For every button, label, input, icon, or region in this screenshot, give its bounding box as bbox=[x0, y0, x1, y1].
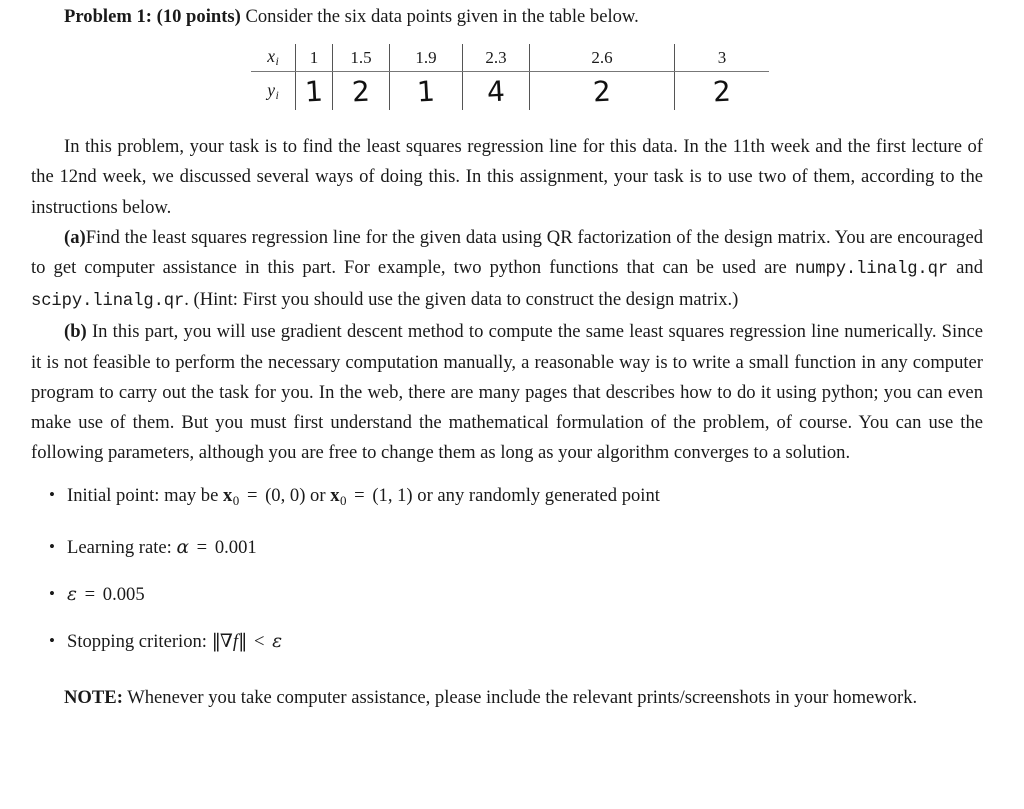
part-a-paragraph: (a)Find the least squares regression lin… bbox=[31, 223, 983, 318]
table-cell-x-3: 2.3 bbox=[462, 44, 530, 72]
x-value-3: 2.3 bbox=[485, 47, 507, 67]
part-a-label: (a) bbox=[64, 226, 86, 248]
bullet-marker-icon: • bbox=[49, 631, 55, 651]
alpha-symbol: α bbox=[176, 537, 190, 559]
table-row-y: yi 1 2 1 4 2 2 bbox=[251, 71, 769, 111]
table-cell-y-2: 1 bbox=[389, 71, 463, 110]
problem-heading-text: Consider the six data points given in th… bbox=[245, 6, 639, 27]
table-row-x: xi 1 1.5 1.9 2.3 2.6 3 bbox=[251, 44, 769, 72]
epsilon-eq: = bbox=[84, 584, 96, 606]
document-page: Problem 1: (10 points) Consider the six … bbox=[0, 0, 1024, 809]
spacer-before-note bbox=[31, 674, 983, 683]
y-value-5: 2 bbox=[712, 74, 732, 108]
table-cell-y-1: 2 bbox=[332, 71, 390, 110]
x-value-0: 1 bbox=[309, 47, 319, 67]
y-value-0: 1 bbox=[304, 74, 324, 108]
problem-heading: Problem 1: (10 points) Consider the six … bbox=[31, 2, 983, 32]
initial-point-or: or bbox=[310, 485, 326, 507]
table-cell-y-5: 2 bbox=[674, 71, 769, 110]
y-value-3: 4 bbox=[486, 74, 506, 108]
part-b-paragraph: (b) In this part, you will use gradient … bbox=[31, 317, 983, 468]
initial-point-var-2-sub: 0 bbox=[340, 493, 347, 509]
intro-paragraph: In this problem, your task is to find th… bbox=[31, 136, 983, 218]
part-a-code-scipy: scipy.linalg.qr bbox=[31, 292, 185, 312]
part-b-text: In this part, you will use gradient desc… bbox=[31, 321, 983, 464]
epsilon-symbol: ε bbox=[67, 584, 77, 606]
row-label-y-sub: i bbox=[275, 90, 279, 103]
row-label-x: xi bbox=[251, 44, 296, 72]
x-value-5: 3 bbox=[717, 47, 727, 67]
note-label: NOTE: bbox=[64, 687, 123, 709]
table-cell-y-0: 1 bbox=[295, 71, 333, 110]
note-text: Whenever you take computer assistance, p… bbox=[127, 687, 918, 709]
initial-point-var-2: x bbox=[330, 485, 340, 507]
learning-rate-label: Learning rate: bbox=[67, 537, 172, 559]
list-item-initial-point: • Initial point: may be x0 = (0, 0) or x… bbox=[31, 481, 983, 516]
table-cell-x-0: 1 bbox=[295, 44, 333, 72]
y-value-2: 1 bbox=[416, 74, 436, 108]
initial-point-var-1: x bbox=[222, 485, 233, 507]
list-item-stopping-criterion: • Stopping criterion: ‖∇f‖ < ε bbox=[31, 627, 983, 657]
initial-point-value-2: (1, 1) bbox=[372, 485, 413, 507]
initial-point-var-1-sub: 0 bbox=[232, 493, 240, 509]
bullet-marker-icon: • bbox=[49, 537, 55, 557]
learning-rate-value: 0.001 bbox=[214, 537, 257, 559]
stopping-epsilon-symbol: ε bbox=[272, 631, 283, 653]
problem-points: (10 points) bbox=[156, 6, 241, 27]
table-cell-x-1: 1.5 bbox=[332, 44, 390, 72]
table-cell-x-2: 1.9 bbox=[389, 44, 463, 72]
stopping-relation: < bbox=[254, 631, 265, 653]
table-cell-x-4: 2.6 bbox=[529, 44, 675, 72]
row-label-y: yi bbox=[251, 72, 296, 111]
initial-point-text-1: may be bbox=[164, 485, 219, 507]
y-value-4: 2 bbox=[592, 74, 612, 108]
y-value-1: 2 bbox=[351, 74, 371, 108]
norm-open-bar: ‖ bbox=[211, 631, 221, 653]
row-label-x-sub: i bbox=[275, 54, 279, 69]
initial-point-value-1: (0, 0) bbox=[265, 485, 306, 507]
part-b-label: (b) bbox=[64, 321, 87, 343]
spacer-before-bullets bbox=[31, 468, 983, 481]
epsilon-value: 0.005 bbox=[102, 584, 145, 606]
part-a-text-3: . (Hint: First you should use the given … bbox=[184, 289, 739, 311]
note-paragraph: NOTE: Whenever you take computer assista… bbox=[31, 683, 983, 713]
row-label-x-var: x bbox=[267, 45, 275, 66]
list-item-epsilon: • ε = 0.005 bbox=[31, 580, 983, 610]
part-a-text-2: and bbox=[948, 257, 983, 279]
table-cell-x-5: 3 bbox=[674, 44, 769, 72]
x-value-2: 1.9 bbox=[415, 47, 437, 67]
data-table-container: xi 1 1.5 1.9 2.3 2.6 3 yi 1 2 1 4 2 2 bbox=[251, 44, 769, 116]
x-value-4: 2.6 bbox=[591, 47, 613, 67]
list-item-learning-rate: • Learning rate: α = 0.001 bbox=[31, 533, 983, 563]
learning-rate-eq: = bbox=[196, 537, 208, 559]
initial-point-eq-2: = bbox=[354, 485, 365, 507]
initial-point-eq-1: = bbox=[246, 485, 258, 507]
x-value-1: 1.5 bbox=[350, 47, 372, 67]
row-label-y-var: y bbox=[267, 79, 276, 100]
table-cell-y-3: 4 bbox=[462, 71, 530, 110]
data-table: xi 1 1.5 1.9 2.3 2.6 3 yi 1 2 1 4 2 2 bbox=[251, 44, 769, 110]
table-cell-y-4: 2 bbox=[529, 71, 675, 110]
norm-close-bar: ‖ bbox=[238, 631, 247, 653]
initial-point-label: Initial point: bbox=[67, 485, 160, 507]
problem-number: Problem 1: bbox=[64, 6, 152, 27]
bullet-marker-icon: • bbox=[49, 485, 55, 505]
part-a-code-numpy: numpy.linalg.qr bbox=[794, 260, 949, 280]
stopping-criterion-label: Stopping criterion: bbox=[67, 631, 207, 653]
bullet-marker-icon: • bbox=[49, 584, 55, 604]
initial-point-text-2: or any randomly generated point bbox=[417, 485, 660, 507]
nabla-icon: ∇ bbox=[219, 631, 233, 653]
parameter-list: • Initial point: may be x0 = (0, 0) or x… bbox=[31, 481, 983, 657]
